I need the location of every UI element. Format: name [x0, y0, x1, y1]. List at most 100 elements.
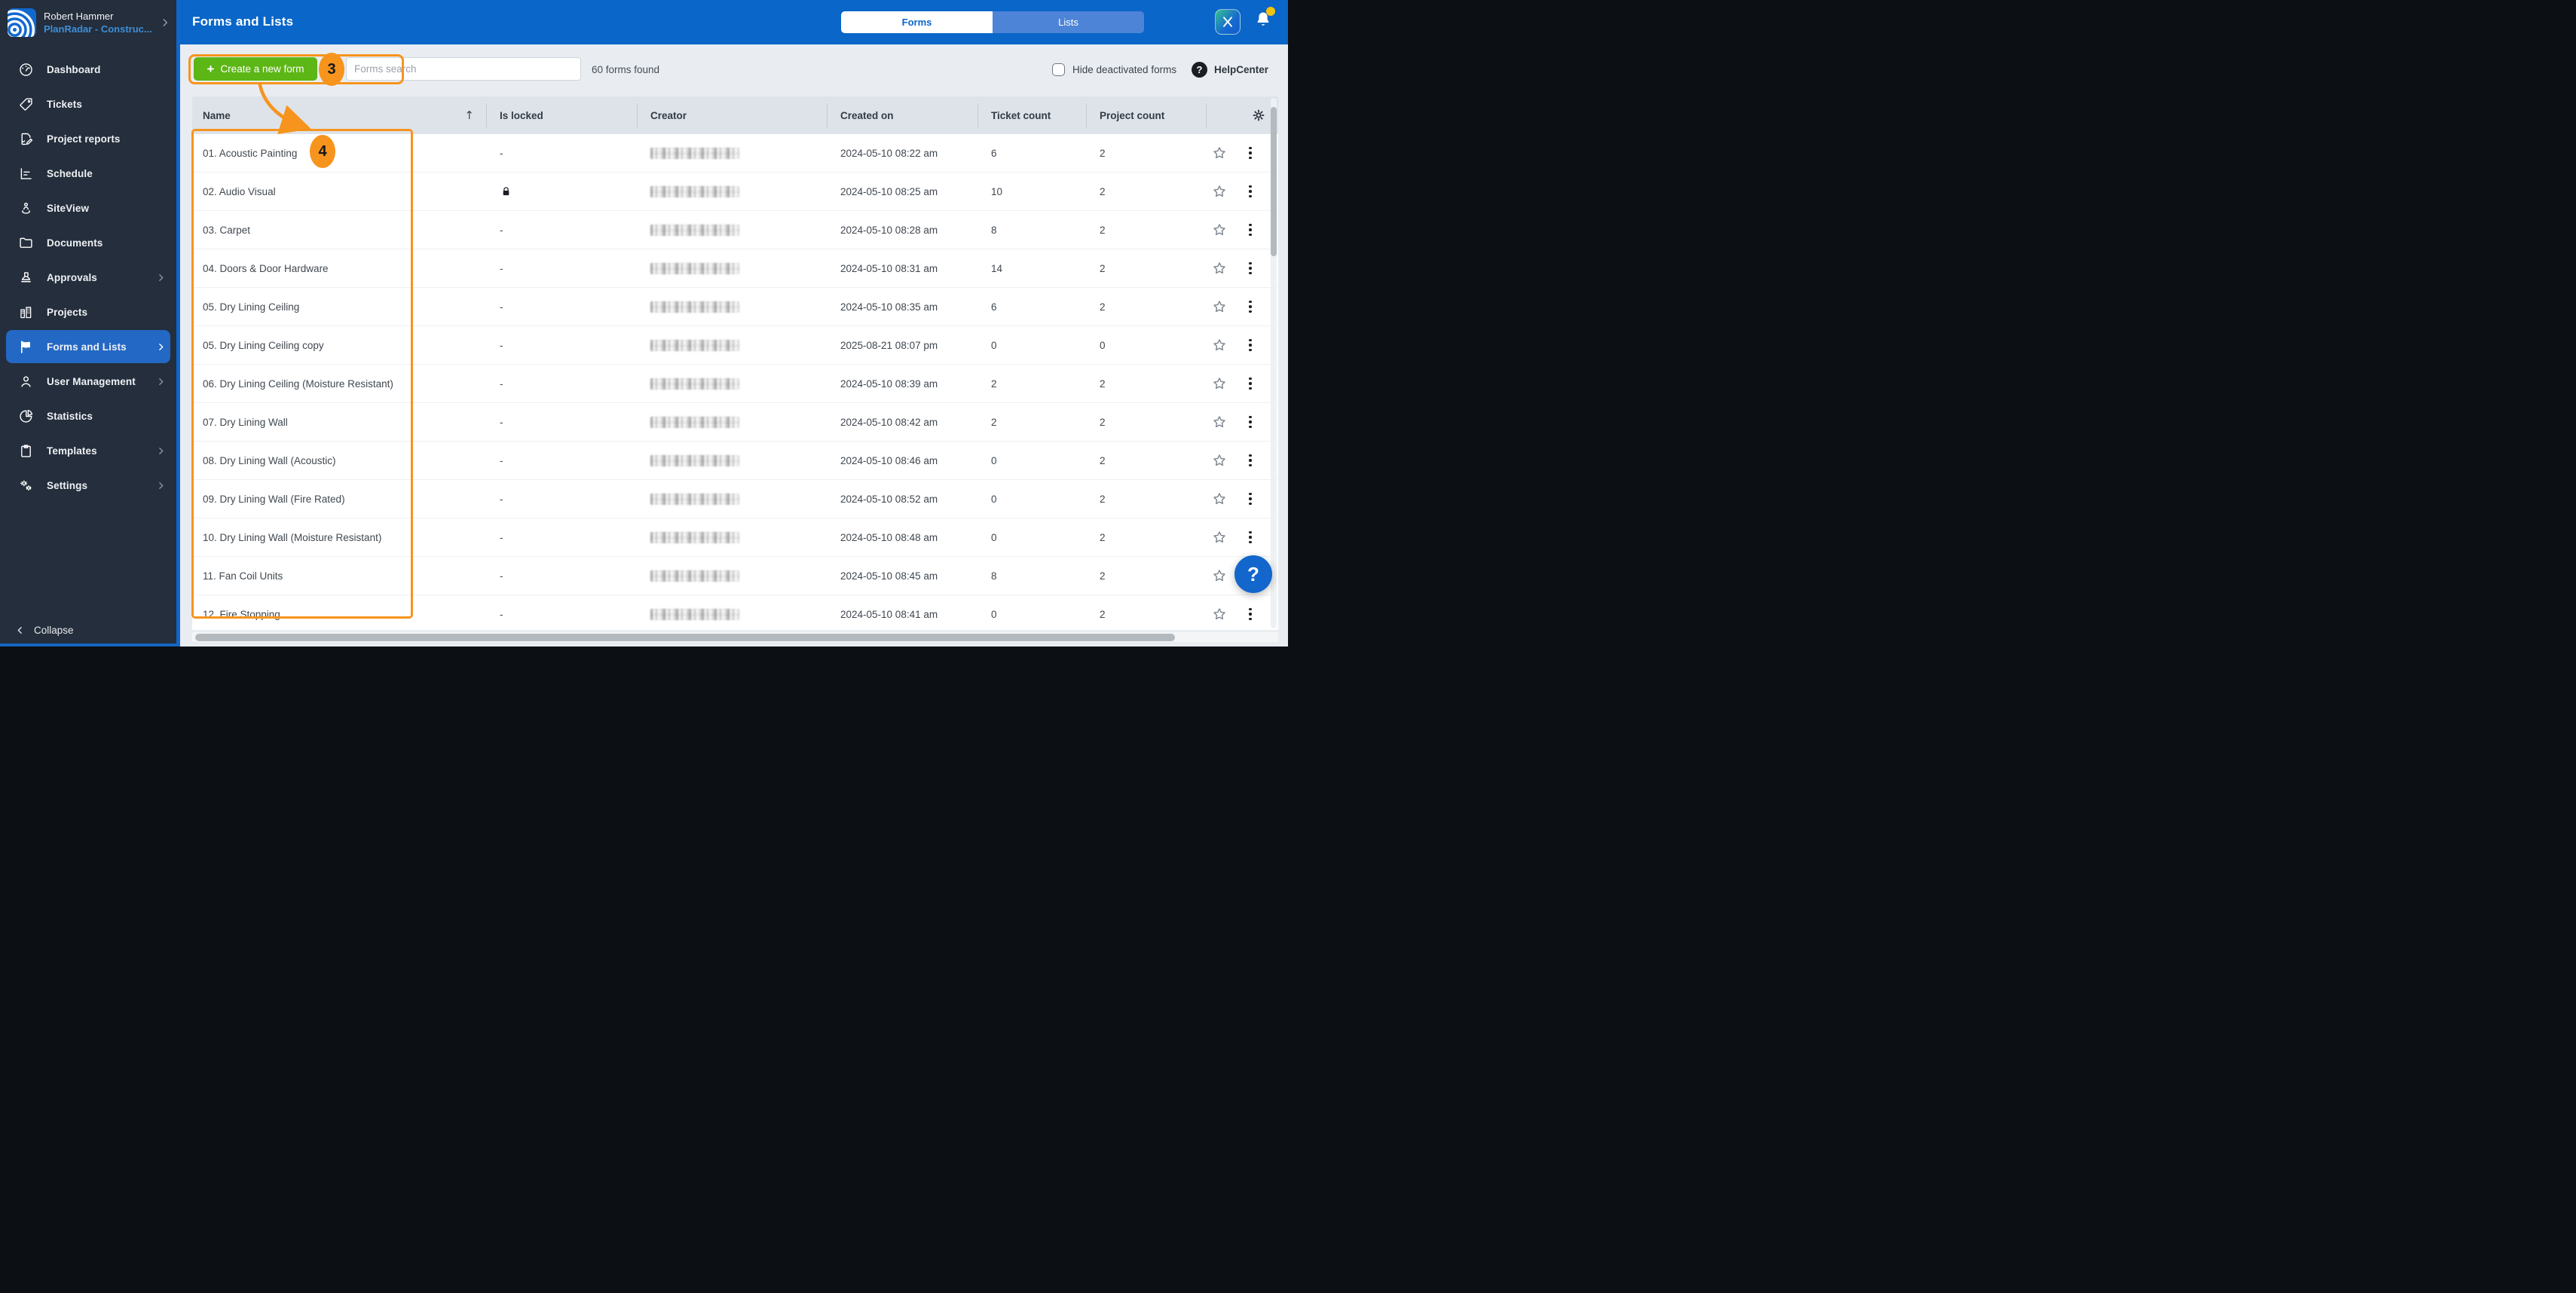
row-menu-kebab-icon[interactable]	[1247, 606, 1254, 623]
form-name[interactable]: 10. Dry Lining Wall (Moisture Resistant)	[192, 518, 486, 556]
hide-deactivated-label[interactable]: Hide deactivated forms	[1072, 64, 1176, 75]
form-name[interactable]: 07. Dry Lining Wall	[192, 403, 486, 441]
column-header-project-count[interactable]: Project count	[1086, 96, 1206, 134]
tab-forms[interactable]: Forms	[841, 11, 993, 33]
form-name[interactable]: 06. Dry Lining Ceiling (Moisture Resista…	[192, 365, 486, 402]
form-name[interactable]: 04. Doors & Door Hardware	[192, 249, 486, 287]
sidebar-item-siteview[interactable]: SiteView	[6, 191, 170, 225]
sidebar-item-label: Schedule	[47, 168, 93, 179]
row-menu-kebab-icon[interactable]	[1247, 298, 1254, 316]
column-header-is-locked[interactable]: Is locked	[486, 96, 637, 134]
sidebar-item-settings[interactable]: Settings	[6, 469, 170, 502]
form-name[interactable]: 05. Dry Lining Ceiling copy	[192, 326, 486, 364]
row-actions	[1206, 134, 1278, 172]
favorite-star-icon[interactable]	[1212, 261, 1227, 276]
favorite-star-icon[interactable]	[1212, 184, 1227, 199]
sidebar-item-dashboard[interactable]: Dashboard	[6, 53, 170, 86]
sidebar-item-approvals[interactable]: Approvals	[6, 261, 170, 294]
creator-cell	[637, 518, 827, 556]
row-menu-kebab-icon[interactable]	[1247, 491, 1254, 508]
favorite-star-icon[interactable]	[1212, 338, 1227, 353]
is-locked-cell: -	[486, 211, 637, 249]
forms-search-input[interactable]	[346, 57, 581, 81]
sidebar-item-tickets[interactable]: Tickets	[6, 87, 170, 121]
favorite-star-icon[interactable]	[1212, 299, 1227, 314]
row-menu-kebab-icon[interactable]	[1247, 529, 1254, 546]
question-mark-icon: ?	[1192, 62, 1207, 78]
row-menu-kebab-icon[interactable]	[1247, 414, 1254, 431]
project-count-cell: 2	[1086, 365, 1206, 402]
row-menu-kebab-icon[interactable]	[1247, 183, 1254, 200]
sidebar-item-documents[interactable]: Documents	[6, 226, 170, 259]
row-menu-kebab-icon[interactable]	[1247, 260, 1254, 277]
column-header-created-on[interactable]: Created on	[827, 96, 977, 134]
creator-cell	[637, 288, 827, 326]
help-center-button[interactable]: ? HelpCenter	[1192, 62, 1268, 78]
created-on-cell: 2024-05-10 08:48 am	[827, 518, 977, 556]
form-name[interactable]: 09. Dry Lining Wall (Fire Rated)	[192, 480, 486, 518]
form-name[interactable]: 11. Fan Coil Units	[192, 557, 486, 595]
ticket-count-cell: 0	[977, 518, 1086, 556]
sidebar-item-project-reports[interactable]: Project reports	[6, 122, 170, 155]
row-menu-kebab-icon[interactable]	[1247, 145, 1254, 162]
sidebar-item-statistics[interactable]: Statistics	[6, 399, 170, 433]
form-name[interactable]: 01. Acoustic Painting	[192, 134, 486, 172]
account-switcher[interactable]: Robert Hammer PlanRadar - Construc...	[0, 0, 176, 44]
column-header-name[interactable]: Name ↑	[192, 96, 486, 134]
sidebar-item-user-management[interactable]: User Management	[6, 365, 170, 398]
ai-assistant-button[interactable]	[1215, 9, 1241, 35]
creator-cell	[637, 557, 827, 595]
favorite-star-icon[interactable]	[1212, 414, 1227, 429]
table-row: 10. Dry Lining Wall (Moisture Resistant)…	[192, 518, 1278, 556]
table-row: 04. Doors & Door Hardware-2024-05-10 08:…	[192, 249, 1278, 287]
favorite-star-icon[interactable]	[1212, 568, 1227, 583]
help-center-label: HelpCenter	[1214, 64, 1268, 75]
favorite-star-icon[interactable]	[1212, 607, 1227, 622]
form-name[interactable]: 02. Audio Visual	[192, 173, 486, 210]
row-actions	[1206, 288, 1278, 326]
favorite-star-icon[interactable]	[1212, 222, 1227, 237]
favorite-star-icon[interactable]	[1212, 530, 1227, 545]
table-settings-gear-icon[interactable]	[1251, 108, 1266, 123]
row-actions	[1206, 211, 1278, 249]
row-menu-kebab-icon[interactable]	[1247, 452, 1254, 469]
form-name[interactable]: 08. Dry Lining Wall (Acoustic)	[192, 442, 486, 479]
row-menu-kebab-icon[interactable]	[1247, 375, 1254, 393]
form-name[interactable]: 05. Dry Lining Ceiling	[192, 288, 486, 326]
creator-blurred	[650, 494, 739, 505]
row-menu-kebab-icon[interactable]	[1247, 337, 1254, 354]
column-header-creator[interactable]: Creator	[637, 96, 827, 134]
row-actions	[1206, 442, 1278, 479]
floating-help-button[interactable]: ?	[1234, 555, 1272, 593]
notifications-button[interactable]	[1253, 10, 1273, 32]
create-new-form-button[interactable]: + Create a new form	[194, 57, 317, 81]
sidebar-item-forms-and-lists[interactable]: Forms and Lists	[6, 330, 170, 363]
row-menu-kebab-icon[interactable]	[1247, 222, 1254, 239]
sidebar-item-label: Tickets	[47, 99, 82, 110]
favorite-star-icon[interactable]	[1212, 145, 1227, 160]
favorite-star-icon[interactable]	[1212, 376, 1227, 391]
sidebar-item-projects[interactable]: Projects	[6, 295, 170, 329]
sidebar-item-label: Project reports	[47, 133, 121, 145]
not-locked-dash: -	[500, 263, 503, 274]
sidebar-item-templates[interactable]: Templates	[6, 434, 170, 467]
tab-lists[interactable]: Lists	[993, 11, 1144, 33]
form-name[interactable]: 12. Fire Stopping	[192, 595, 486, 630]
project-count-cell: 2	[1086, 288, 1206, 326]
form-name[interactable]: 03. Carpet	[192, 211, 486, 249]
favorite-star-icon[interactable]	[1212, 453, 1227, 468]
hide-deactivated-checkbox[interactable]	[1052, 63, 1065, 76]
table-row: 11. Fan Coil Units-2024-05-10 08:45 am82	[192, 556, 1278, 595]
sidebar-collapse-button[interactable]: Collapse	[15, 625, 74, 636]
collapse-label: Collapse	[34, 625, 74, 636]
sidebar-item-schedule[interactable]: Schedule	[6, 157, 170, 190]
horizontal-scrollbar-thumb[interactable]	[195, 634, 1175, 641]
row-actions	[1206, 518, 1278, 556]
favorite-star-icon[interactable]	[1212, 491, 1227, 506]
project-count-cell: 2	[1086, 557, 1206, 595]
sidebar-item-label: Settings	[47, 480, 87, 491]
vertical-scrollbar-thumb[interactable]	[1271, 107, 1277, 256]
column-header-ticket-count[interactable]: Ticket count	[977, 96, 1086, 134]
creator-blurred	[650, 378, 739, 390]
creator-cell	[637, 595, 827, 630]
